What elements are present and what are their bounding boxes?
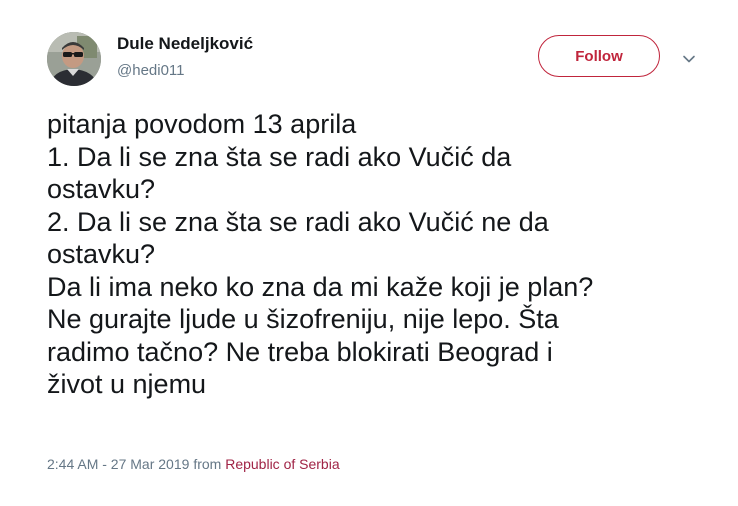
tweet-text-line: 2. Da li se zna šta se radi ako Vučić ne… [47, 206, 549, 237]
tweet-text: pitanja povodom 13 aprila 1. Da li se zn… [47, 108, 727, 401]
tweet-menu-button[interactable] [680, 50, 698, 68]
tweet-from-label: from [193, 456, 222, 472]
tweet-text-line: Ne gurajte ljude u šizofreniju, nije lep… [47, 304, 559, 334]
tweet-text-line: ostavku? [47, 239, 156, 269]
tweet-card: Dule Nedeljković @hedi011 Follow pitanja… [0, 0, 738, 506]
tweet-timestamp[interactable]: 2:44 AM - 27 Mar 2019 [47, 456, 189, 472]
follow-button[interactable]: Follow [538, 35, 660, 77]
tweet-text-line: ostavku? [47, 174, 156, 204]
tweet-meta: 2:44 AM - 27 Mar 2019 from Republic of S… [47, 456, 340, 472]
tweet-text-line: 1. Da li se zna šta se radi ako Vučić da [47, 141, 512, 172]
tweet-text-line: radimo tačno? Ne treba blokirati Beograd… [47, 336, 553, 367]
author-name[interactable]: Dule Nedeljković [117, 34, 253, 54]
tweet-text-line: život u njemu [47, 369, 207, 399]
chevron-down-icon [683, 55, 695, 63]
avatar[interactable] [47, 32, 101, 86]
user-avatar-icon [47, 32, 101, 86]
tweet-text-line: Da li ima neko ko zna da mi kaže koji je… [47, 271, 594, 302]
tweet-location-link[interactable]: Republic of Serbia [225, 456, 339, 472]
author-handle[interactable]: @hedi011 [117, 62, 185, 79]
tweet-text-line: pitanja povodom 13 aprila [47, 109, 357, 139]
